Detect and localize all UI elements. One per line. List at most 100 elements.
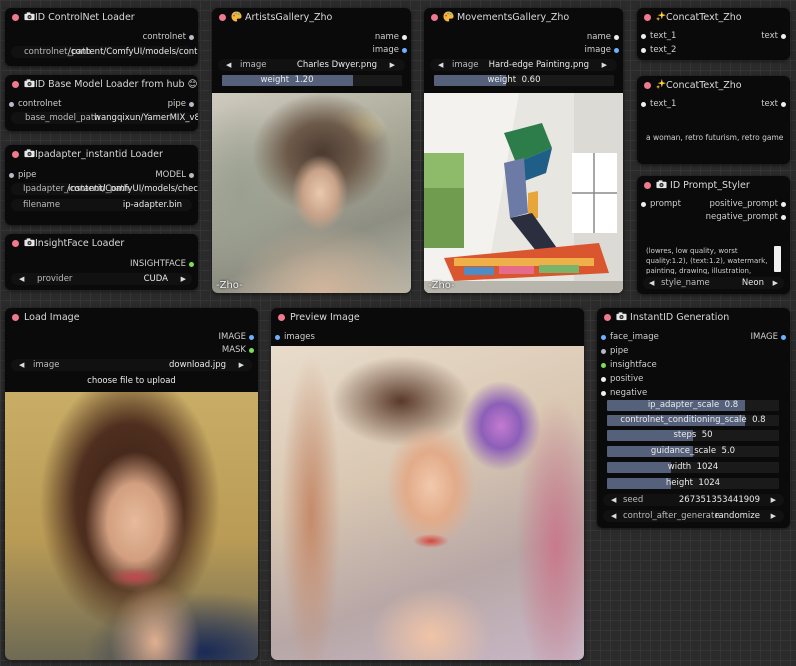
prompt-styler-node[interactable]: ID Prompt_Styler prompt positive_prompt … bbox=[637, 176, 790, 294]
weight-slider[interactable]: weight 1.20 bbox=[222, 75, 402, 86]
collapse-dot[interactable] bbox=[12, 151, 19, 158]
insightface-loader-node[interactable]: InsightFace Loader INSIGHTFACE ◀ provide… bbox=[5, 234, 198, 290]
input-socket-prompt[interactable] bbox=[641, 202, 646, 207]
left-arrow-icon[interactable]: ◀ bbox=[611, 494, 616, 506]
collapse-dot[interactable] bbox=[278, 314, 285, 321]
input-socket-text2[interactable] bbox=[641, 48, 646, 53]
output-socket[interactable] bbox=[189, 35, 194, 40]
width-slider[interactable]: width 1024 bbox=[607, 462, 779, 473]
controlnet-conditioning-scale-slider[interactable]: controlnet_conditioning_scale 0.8 bbox=[607, 415, 779, 426]
right-arrow-icon[interactable]: ▶ bbox=[773, 277, 778, 289]
left-arrow-icon[interactable]: ◀ bbox=[19, 359, 24, 371]
output-socket-positive[interactable] bbox=[781, 202, 786, 207]
left-arrow-icon[interactable]: ◀ bbox=[438, 59, 443, 71]
input-socket-positive[interactable] bbox=[601, 377, 606, 382]
node-title-bar[interactable]: InstantID Generation bbox=[597, 308, 790, 327]
output-socket[interactable] bbox=[189, 262, 194, 267]
ipadapter-path-widget[interactable]: Ipadapter_instantid_path /content/ComfyU… bbox=[11, 183, 198, 195]
load-image-node[interactable]: Load Image IMAGE MASK ◀ image download.j… bbox=[5, 308, 258, 660]
collapse-dot[interactable] bbox=[644, 182, 651, 189]
collapse-dot[interactable] bbox=[219, 14, 226, 21]
image-combo[interactable]: ◀ image Charles Dwyer.png ▶ bbox=[218, 59, 405, 71]
left-arrow-icon[interactable]: ◀ bbox=[649, 277, 654, 289]
node-title-bar[interactable]: Preview Image bbox=[271, 308, 584, 327]
negative-text-area[interactable]: (lowres, low quality, worst quality:1.2)… bbox=[643, 244, 784, 274]
node-title-bar[interactable]: ArtistsGallery_Zho bbox=[212, 8, 411, 27]
output-socket-negative[interactable] bbox=[781, 215, 786, 220]
output-socket[interactable] bbox=[189, 173, 194, 178]
instantid-generation-node[interactable]: InstantID Generation IMAGE face_image pi… bbox=[597, 308, 790, 528]
collapse-dot[interactable] bbox=[431, 14, 438, 21]
right-arrow-icon[interactable]: ▶ bbox=[181, 273, 186, 285]
collapse-dot[interactable] bbox=[12, 14, 19, 21]
collapse-dot[interactable] bbox=[604, 314, 611, 321]
input-socket-text1[interactable] bbox=[641, 102, 646, 107]
weight-slider[interactable]: weight 0.60 bbox=[434, 75, 614, 86]
scrollbar[interactable] bbox=[774, 246, 781, 272]
input-socket[interactable] bbox=[9, 173, 14, 178]
output-socket[interactable] bbox=[781, 335, 786, 340]
node-title-bar[interactable]: ID Base Model Loader from hub 😊 bbox=[5, 75, 198, 94]
filename-widget[interactable]: filename ip-adapter.bin bbox=[11, 199, 192, 211]
guidance-scale-slider[interactable]: guidance_scale 5.0 bbox=[607, 446, 779, 457]
ip-adapter-scale-slider[interactable]: ip_adapter_scale 0.8 bbox=[607, 400, 779, 411]
left-arrow-icon[interactable]: ◀ bbox=[611, 510, 616, 522]
node-title-bar[interactable]: MovementsGallery_Zho bbox=[424, 8, 623, 27]
output-socket-mask[interactable] bbox=[249, 348, 254, 353]
right-arrow-icon[interactable]: ▶ bbox=[771, 510, 776, 522]
left-arrow-icon[interactable]: ◀ bbox=[19, 273, 24, 285]
node-title-bar[interactable]: Ipadapter_instantid Loader bbox=[5, 145, 198, 164]
node-title-bar[interactable]: Load Image bbox=[5, 308, 258, 327]
right-arrow-icon[interactable]: ▶ bbox=[771, 494, 776, 506]
text-area[interactable]: a woman, retro futurism, retro game bbox=[643, 114, 784, 158]
output-socket[interactable] bbox=[781, 34, 786, 39]
input-socket-face-image[interactable] bbox=[601, 335, 606, 340]
input-socket-negative[interactable] bbox=[601, 391, 606, 396]
input-socket-images[interactable] bbox=[275, 335, 280, 340]
input-socket-pipe[interactable] bbox=[601, 349, 606, 354]
seed-widget[interactable]: ◀ seed 267351353441909 ▶ bbox=[603, 494, 784, 506]
output-socket-image[interactable] bbox=[249, 335, 254, 340]
controlnet-path-widget[interactable]: controlnet_path /content/ComfyUI/models/… bbox=[11, 46, 198, 58]
control-after-generate-combo[interactable]: ◀ control_after_generate randomize ▶ bbox=[603, 510, 784, 522]
height-slider[interactable]: height 1024 bbox=[607, 478, 779, 489]
input-socket-insightface[interactable] bbox=[601, 363, 606, 368]
collapse-dot[interactable] bbox=[12, 81, 19, 88]
right-arrow-icon[interactable]: ▶ bbox=[602, 59, 607, 71]
node-title-bar[interactable]: ID ControlNet Loader bbox=[5, 8, 198, 27]
node-title-bar[interactable]: InsightFace Loader bbox=[5, 234, 198, 253]
output-socket-name[interactable] bbox=[614, 35, 619, 40]
output-socket-image[interactable] bbox=[402, 48, 407, 53]
collapse-dot[interactable] bbox=[12, 240, 19, 247]
provider-combo[interactable]: ◀ provider CUDA ▶ bbox=[11, 273, 192, 285]
style-name-combo[interactable]: ◀ style_name Neon ▶ bbox=[643, 277, 784, 289]
output-socket-image[interactable] bbox=[614, 48, 619, 53]
base-model-path-widget[interactable]: base_model_path wangqixun/YamerMIX_v8 bbox=[11, 112, 198, 124]
ipadapter-loader-node[interactable]: Ipadapter_instantid Loader pipe MODEL Ip… bbox=[5, 145, 198, 225]
image-combo[interactable]: ◀ image download.jpg ▶ bbox=[11, 359, 252, 371]
input-socket[interactable] bbox=[9, 102, 14, 107]
input-socket-text1[interactable] bbox=[641, 34, 646, 39]
image-combo[interactable]: ◀ image Hard-edge Painting.png ▶ bbox=[430, 59, 617, 71]
left-arrow-icon[interactable]: ◀ bbox=[226, 59, 231, 71]
concat-text-node-1[interactable]: ConcatText_Zho text_1 text_2 text bbox=[637, 8, 790, 60]
preview-image-node[interactable]: Preview Image images bbox=[271, 308, 584, 660]
node-title-bar[interactable]: ID Prompt_Styler bbox=[637, 176, 790, 195]
controlnet-loader-node[interactable]: ID ControlNet Loader controlnet controln… bbox=[5, 8, 198, 66]
steps-slider[interactable]: steps 50 bbox=[607, 430, 779, 441]
output-socket[interactable] bbox=[189, 102, 194, 107]
node-title-bar[interactable]: ConcatText_Zho bbox=[637, 76, 790, 95]
output-socket[interactable] bbox=[781, 102, 786, 107]
output-socket-name[interactable] bbox=[402, 35, 407, 40]
node-title-bar[interactable]: ConcatText_Zho bbox=[637, 8, 790, 27]
concat-text-node-2[interactable]: ConcatText_Zho text_1 text a woman, retr… bbox=[637, 76, 790, 164]
collapse-dot[interactable] bbox=[644, 82, 651, 89]
collapse-dot[interactable] bbox=[12, 314, 19, 321]
collapse-dot[interactable] bbox=[644, 14, 651, 21]
artists-gallery-node[interactable]: ArtistsGallery_Zho name image ◀ image Ch… bbox=[212, 8, 411, 293]
base-model-loader-node[interactable]: ID Base Model Loader from hub 😊 controln… bbox=[5, 75, 198, 131]
movements-gallery-node[interactable]: MovementsGallery_Zho name image ◀ image … bbox=[424, 8, 623, 293]
right-arrow-icon[interactable]: ▶ bbox=[239, 359, 244, 371]
right-arrow-icon[interactable]: ▶ bbox=[390, 59, 395, 71]
upload-button[interactable]: choose file to upload bbox=[11, 375, 252, 387]
